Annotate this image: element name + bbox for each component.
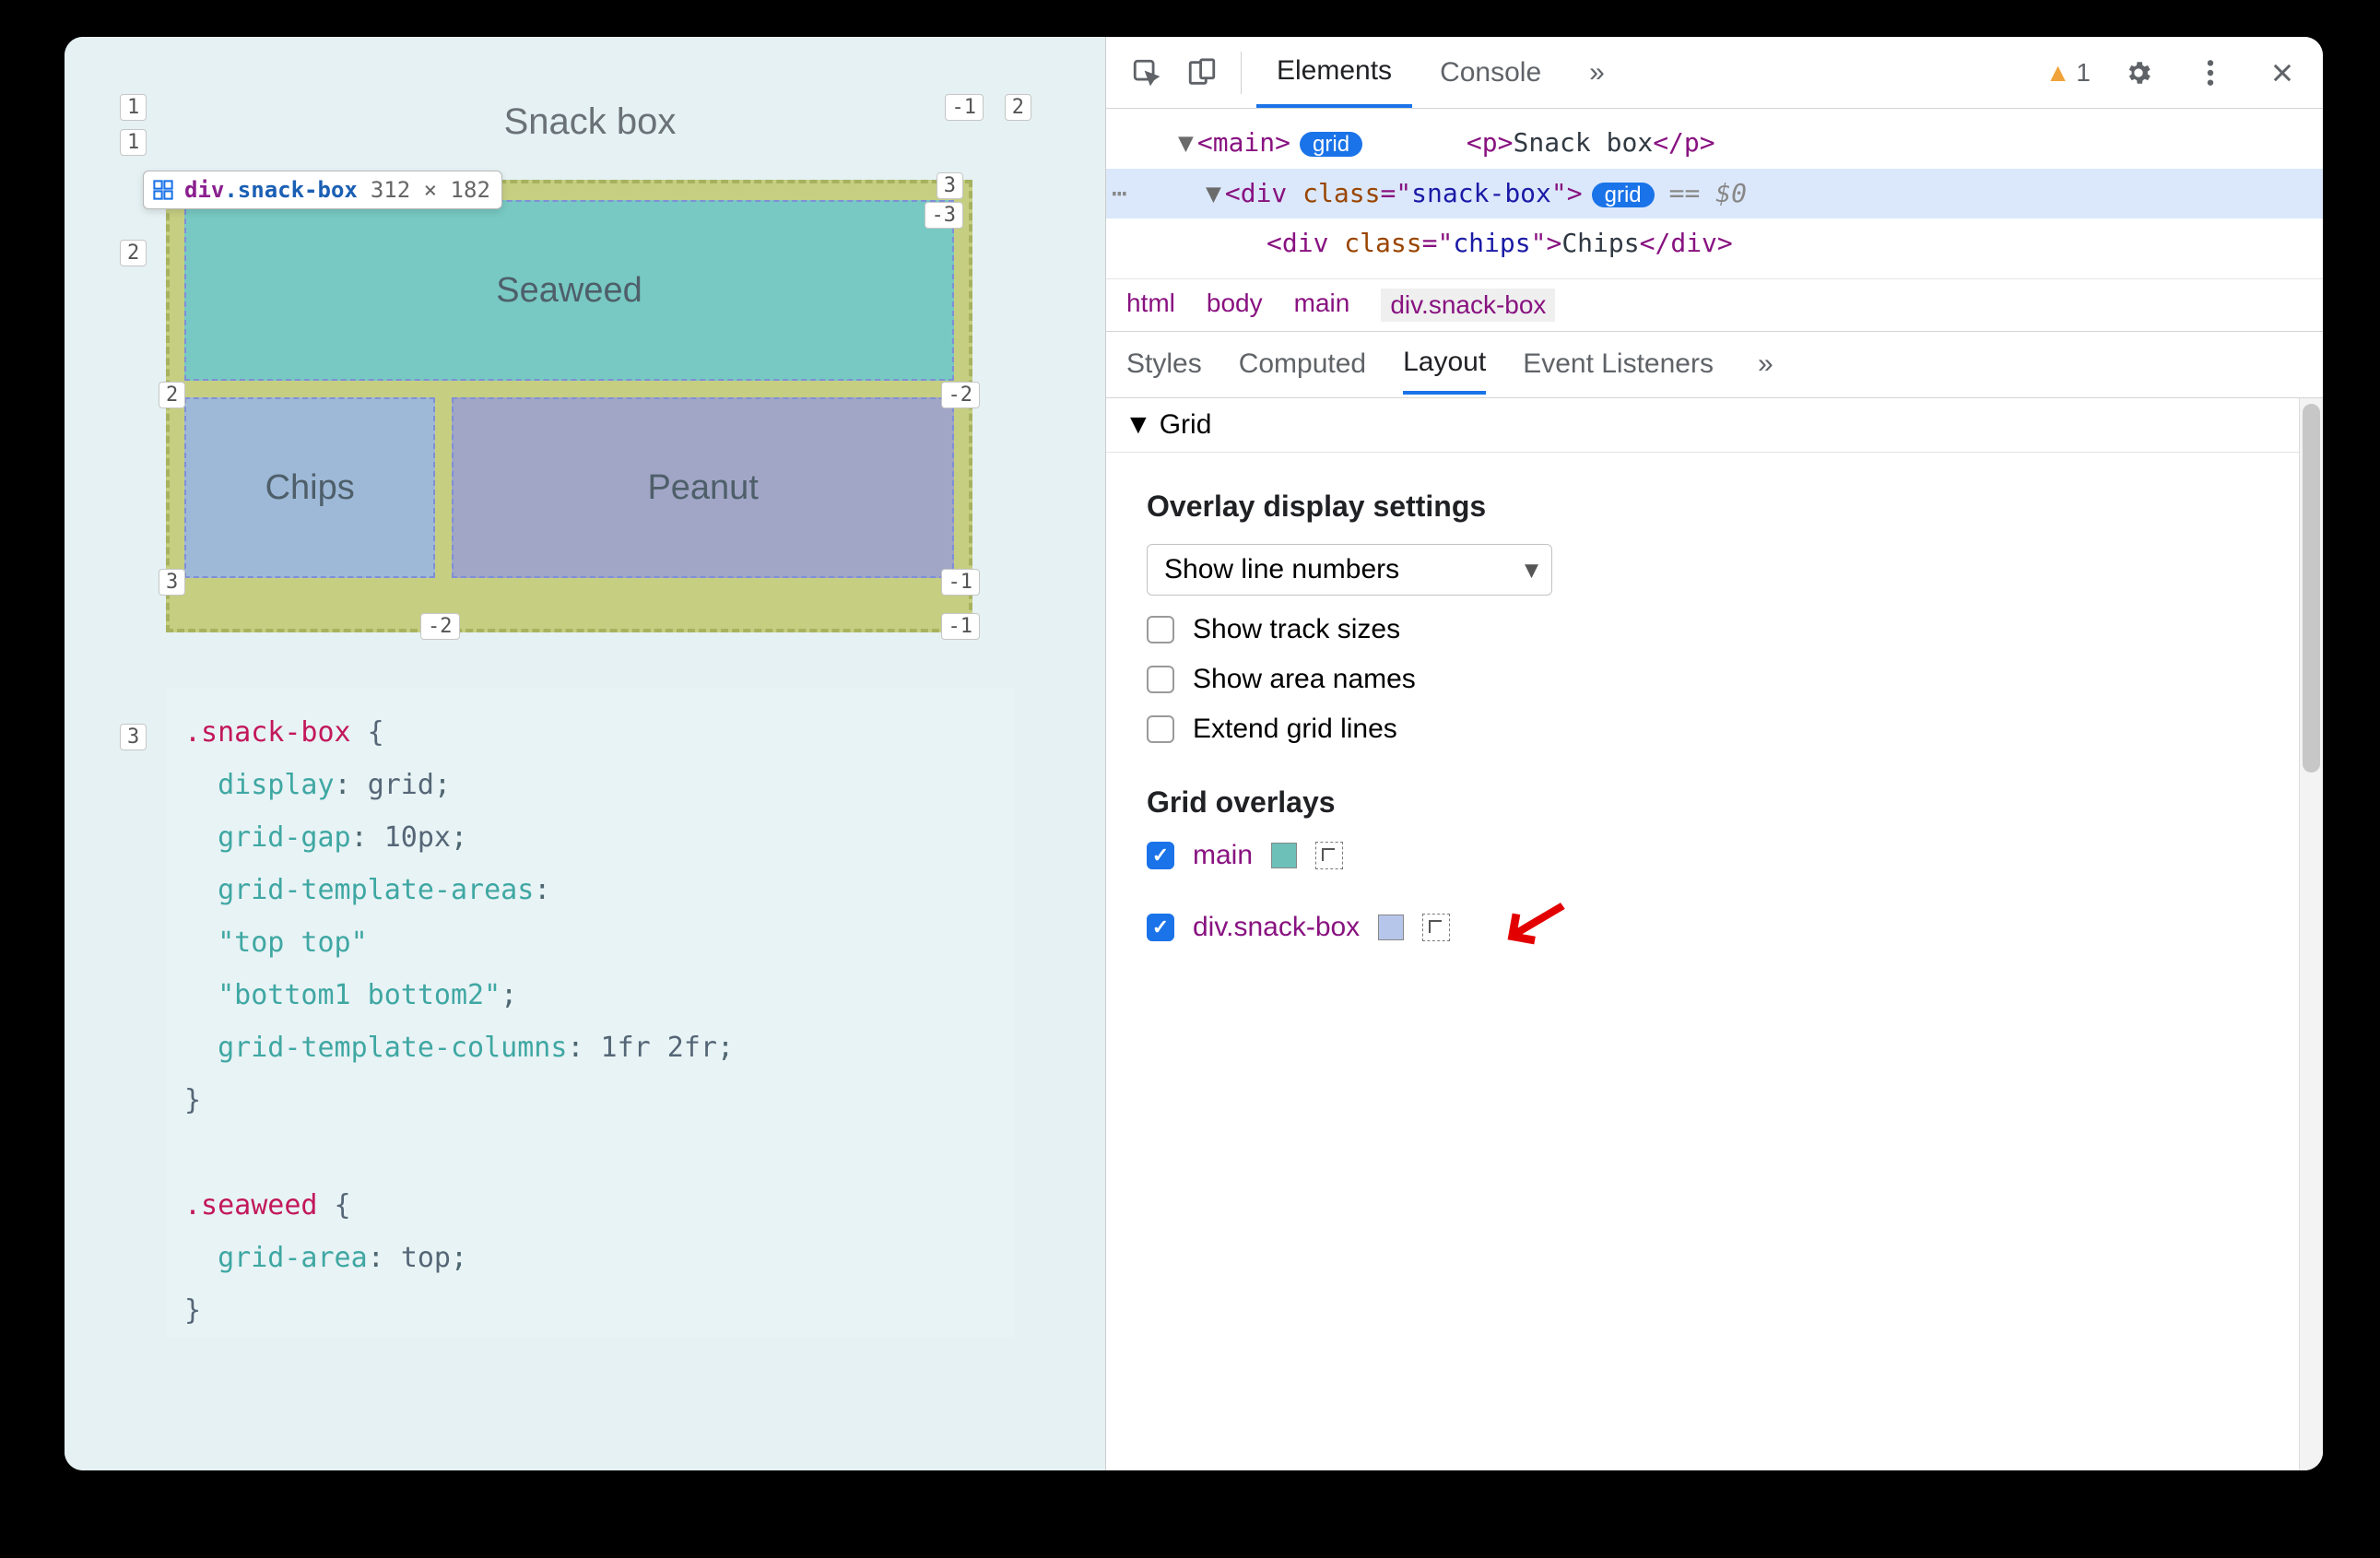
snack-box-grid: 1 2 -3 3 2 -2 3 -2 -1 -1 Seaweed Chips P…	[166, 180, 972, 632]
checkbox-overlay-main[interactable]	[1147, 842, 1174, 869]
kebab-menu-button[interactable]	[2186, 49, 2234, 97]
dom-selected-row[interactable]: ▼<div class="snack-box">grid== $0	[1106, 169, 2323, 219]
crumb-main[interactable]: main	[1294, 289, 1350, 322]
overlay-settings-title: Overlay display settings	[1147, 490, 2282, 524]
overlay-row-main: main	[1147, 840, 2282, 871]
highlight-element-button[interactable]	[1422, 914, 1450, 941]
grid-line-label: 2	[159, 382, 185, 408]
checkbox-extend-lines[interactable]	[1147, 715, 1174, 743]
settings-button[interactable]	[2115, 49, 2162, 97]
tab-event-listeners[interactable]: Event Listeners	[1523, 336, 1714, 393]
color-swatch-snack-box[interactable]	[1378, 915, 1404, 940]
overlay-label-snack-box[interactable]: div.snack-box	[1193, 912, 1360, 943]
tab-layout[interactable]: Layout	[1403, 334, 1486, 395]
grid-line-label: -1	[941, 613, 981, 640]
warning-icon: ▲	[2045, 58, 2071, 88]
warnings-badge[interactable]: ▲ 1	[2045, 58, 2091, 88]
grid-line-label: 3	[120, 724, 147, 750]
vertical-scrollbar[interactable]	[2299, 398, 2323, 1470]
grid-line-label: 1	[120, 129, 147, 156]
tab-elements[interactable]: Elements	[1256, 37, 1412, 108]
grid-cell-peanut: Peanut	[452, 397, 954, 578]
grid-cell-seaweed: Seaweed	[184, 200, 954, 381]
styles-subtabs: Styles Computed Layout Event Listeners »	[1106, 332, 2323, 398]
devtools-window: 1 -1 2 1 2 3 Snack box 1 2 -3 3 2 -2 3 -…	[65, 37, 2323, 1470]
breadcrumb[interactable]: html body main div.snack-box	[1106, 278, 2323, 332]
page-title: Snack box	[166, 101, 1014, 143]
checkbox-area-names[interactable]	[1147, 666, 1174, 693]
grid-line-label: 3	[937, 172, 963, 199]
extend-grid-lines-row[interactable]: Extend grid lines	[1147, 714, 2282, 745]
tab-console[interactable]: Console	[1420, 37, 1561, 108]
grid-overlays-title: Grid overlays	[1147, 785, 2282, 820]
grid-cell-chips: Chips	[184, 397, 435, 578]
inspected-page-preview: 1 -1 2 1 2 3 Snack box 1 2 -3 3 2 -2 3 -…	[65, 37, 1106, 1470]
overlay-row-snack-box: div.snack-box	[1147, 888, 2282, 967]
grid-line-label: -1	[941, 569, 981, 596]
grid-icon	[153, 180, 173, 200]
crumb-body[interactable]: body	[1207, 289, 1263, 322]
disclosure-triangle-icon: ▼	[1125, 409, 1152, 441]
tab-computed[interactable]: Computed	[1239, 336, 1366, 393]
color-swatch-main[interactable]	[1271, 843, 1297, 868]
devtools-toolbar: Elements Console » ▲ 1	[1106, 37, 2323, 109]
checkbox-track-sizes[interactable]	[1147, 616, 1174, 643]
highlight-element-button[interactable]	[1315, 842, 1343, 869]
show-area-names-row[interactable]: Show area names	[1147, 664, 2282, 695]
overlay-label-main[interactable]: main	[1193, 840, 1253, 871]
line-numbers-select[interactable]: Show line numbers	[1147, 544, 1552, 596]
crumb-selected[interactable]: div.snack-box	[1381, 289, 1555, 322]
subtabs-overflow[interactable]: »	[1758, 336, 1773, 393]
grid-line-label: 2	[120, 240, 147, 266]
element-tooltip: div.snack-box 312 × 182	[143, 171, 502, 209]
grid-line-label: 1	[120, 94, 147, 121]
grid-line-label: -3	[925, 202, 964, 229]
tab-styles[interactable]: Styles	[1126, 336, 1202, 393]
crumb-html[interactable]: html	[1126, 289, 1175, 322]
show-track-sizes-row[interactable]: Show track sizes	[1147, 614, 2282, 645]
tabs-overflow[interactable]: »	[1569, 37, 1625, 108]
close-button[interactable]	[2258, 49, 2306, 97]
devtools-panel: Elements Console » ▲ 1 ▼<ma	[1106, 37, 2323, 1470]
grid-badge[interactable]: grid	[1592, 183, 1655, 207]
grid-section-header[interactable]: ▼ Grid	[1106, 398, 2323, 453]
grid-badge[interactable]: grid	[1300, 132, 1362, 157]
layout-pane: ▼ Grid Overlay display settings Show lin…	[1106, 398, 2323, 1470]
grid-line-label: 3	[159, 569, 185, 596]
grid-line-label: -2	[941, 382, 981, 408]
annotation-arrow	[1503, 888, 1568, 967]
device-toggle-button[interactable]	[1178, 49, 1226, 97]
tooltip-dimensions: 312 × 182	[371, 177, 490, 203]
code-snippet: .snack-box { display: grid; grid-gap: 10…	[166, 688, 1014, 1337]
inspect-element-button[interactable]	[1123, 49, 1171, 97]
checkbox-overlay-snack-box[interactable]	[1147, 914, 1174, 941]
dom-tree[interactable]: ▼<main>grid <p>Snack box</p> ▼<div class…	[1106, 109, 2323, 278]
grid-line-label: -2	[420, 613, 460, 640]
